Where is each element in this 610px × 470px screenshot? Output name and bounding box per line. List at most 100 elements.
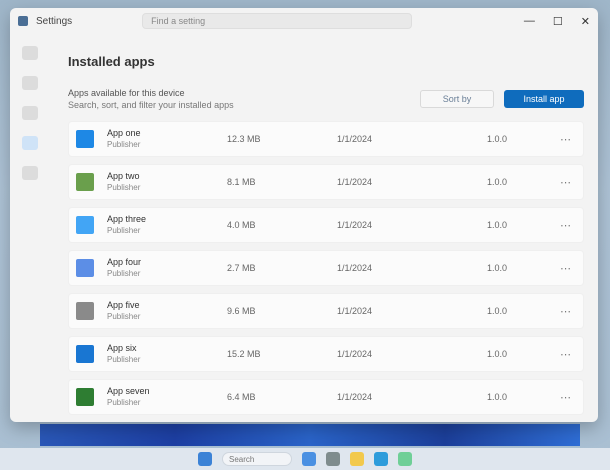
taskbar: Search — [0, 448, 610, 470]
maximize-icon[interactable]: ☐ — [553, 15, 563, 28]
start-icon[interactable] — [198, 452, 212, 466]
app-icon-tile — [76, 302, 94, 320]
header-buttons: Sort by Install app — [420, 90, 584, 108]
app-name-cell: App two Publisher — [107, 171, 227, 193]
app-icon-tile — [76, 259, 94, 277]
more-options-icon[interactable]: ⋯ — [560, 391, 571, 404]
app-name-cell: App seven Publisher — [107, 386, 227, 408]
app-icon — [71, 383, 99, 411]
app-size: 8.1 MB — [227, 177, 256, 187]
app-date: 1/1/2024 — [337, 177, 373, 187]
close-icon[interactable]: ✕ — [581, 15, 590, 28]
main-content: Installed apps Apps available for this d… — [68, 48, 584, 422]
app-size: 15.2 MB — [227, 349, 261, 359]
taskbar-app-icon[interactable] — [350, 452, 364, 466]
header-line-2: Search, sort, and filter your installed … — [68, 100, 234, 110]
app-name-cell: App five Publisher — [107, 300, 227, 322]
settings-app-icon — [18, 16, 28, 26]
app-icon — [71, 168, 99, 196]
app-publisher: Publisher — [107, 226, 141, 235]
taskbar-app-icon[interactable] — [398, 452, 412, 466]
header-text: Apps available for this device Search, s… — [68, 87, 234, 111]
taskbar-app-icon[interactable] — [374, 452, 388, 466]
taskbar-app-icon[interactable] — [302, 452, 316, 466]
more-options-icon[interactable]: ⋯ — [560, 176, 571, 189]
app-row[interactable]: App seven Publisher 6.4 MB 1/1/2024 1.0.… — [68, 379, 584, 415]
settings-window: Settings Find a setting — ☐ ✕ Installed … — [10, 8, 598, 422]
search-input[interactable]: Find a setting — [142, 13, 413, 29]
taskbar-search[interactable]: Search — [222, 452, 292, 466]
app-icon — [71, 297, 99, 325]
app-name: App four — [107, 257, 142, 267]
app-name: App seven — [107, 386, 150, 396]
app-version: 1.0.0 — [487, 220, 508, 230]
app-publisher: Publisher — [107, 355, 141, 364]
app-name-cell: App three Publisher — [107, 214, 227, 236]
sidebar — [10, 34, 50, 422]
app-name: App three — [107, 214, 147, 224]
app-row[interactable]: App three Publisher 4.0 MB 1/1/2024 1.0.… — [68, 207, 584, 243]
app-icon — [71, 254, 99, 282]
app-size: 12.3 MB — [227, 134, 261, 144]
window-title: Settings — [36, 15, 73, 27]
taskbar-app-icon[interactable] — [326, 452, 340, 466]
app-name-cell: App six Publisher — [107, 343, 227, 365]
app-name-cell: App four Publisher — [107, 257, 227, 279]
header-line-1: Apps available for this device — [68, 88, 185, 98]
app-name: App five — [107, 300, 140, 310]
more-options-icon[interactable]: ⋯ — [560, 133, 571, 146]
app-icon — [71, 340, 99, 368]
app-row[interactable]: App two Publisher 8.1 MB 1/1/2024 1.0.0 … — [68, 164, 584, 200]
app-date: 1/1/2024 — [337, 392, 373, 402]
sidebar-item-devices[interactable] — [22, 106, 38, 120]
minimize-icon[interactable]: — — [524, 15, 535, 28]
app-row[interactable]: App four Publisher 2.7 MB 1/1/2024 1.0.0… — [68, 250, 584, 286]
more-options-icon[interactable]: ⋯ — [560, 348, 571, 361]
app-publisher: Publisher — [107, 140, 141, 149]
app-publisher: Publisher — [107, 183, 141, 192]
app-publisher: Publisher — [107, 269, 141, 278]
app-row[interactable]: App one Publisher 12.3 MB 1/1/2024 1.0.0… — [68, 121, 584, 157]
header-row: Apps available for this device Search, s… — [68, 87, 584, 111]
app-version: 1.0.0 — [487, 134, 508, 144]
more-options-icon[interactable]: ⋯ — [560, 219, 571, 232]
app-icon-tile — [76, 130, 94, 148]
app-icon-tile — [76, 388, 94, 406]
app-version: 1.0.0 — [487, 306, 508, 316]
sidebar-item-system[interactable] — [22, 76, 38, 90]
more-options-icon[interactable]: ⋯ — [560, 305, 571, 318]
app-publisher: Publisher — [107, 398, 141, 407]
app-date: 1/1/2024 — [337, 306, 373, 316]
sidebar-item-accounts[interactable] — [22, 166, 38, 180]
app-list: App one Publisher 12.3 MB 1/1/2024 1.0.0… — [68, 121, 584, 415]
window-controls: — ☐ ✕ — [524, 15, 590, 28]
app-name: App one — [107, 128, 141, 138]
app-name: App two — [107, 171, 140, 181]
app-size: 2.7 MB — [227, 263, 256, 273]
app-date: 1/1/2024 — [337, 134, 373, 144]
app-version: 1.0.0 — [487, 177, 508, 187]
app-version: 1.0.0 — [487, 392, 508, 402]
app-version: 1.0.0 — [487, 263, 508, 273]
app-publisher: Publisher — [107, 312, 141, 321]
app-icon — [71, 125, 99, 153]
app-size: 9.6 MB — [227, 306, 256, 316]
app-icon-tile — [76, 173, 94, 191]
app-icon-tile — [76, 216, 94, 234]
more-options-icon[interactable]: ⋯ — [560, 262, 571, 275]
app-row[interactable]: App five Publisher 9.6 MB 1/1/2024 1.0.0… — [68, 293, 584, 329]
page-title: Installed apps — [68, 54, 155, 69]
desktop-wallpaper-band — [40, 424, 580, 446]
sort-button[interactable]: Sort by — [420, 90, 494, 108]
app-date: 1/1/2024 — [337, 220, 373, 230]
app-name: App six — [107, 343, 137, 353]
app-row[interactable]: App six Publisher 15.2 MB 1/1/2024 1.0.0… — [68, 336, 584, 372]
app-size: 4.0 MB — [227, 220, 256, 230]
install-button[interactable]: Install app — [504, 90, 584, 108]
title-bar: Settings Find a setting — ☐ ✕ — [10, 8, 598, 34]
app-icon — [71, 211, 99, 239]
sidebar-item-apps[interactable] — [22, 136, 38, 150]
app-date: 1/1/2024 — [337, 263, 373, 273]
app-name-cell: App one Publisher — [107, 128, 227, 150]
sidebar-item-home[interactable] — [22, 46, 38, 60]
